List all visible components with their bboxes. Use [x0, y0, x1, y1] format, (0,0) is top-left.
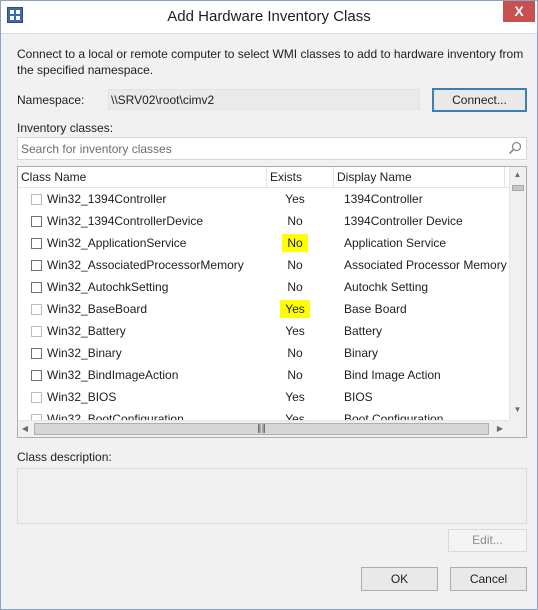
scroll-up-icon[interactable]: ▲ — [510, 170, 525, 179]
scroll-left-icon[interactable]: ◀ — [19, 424, 31, 433]
search-icon[interactable] — [508, 141, 522, 155]
column-header-display-name[interactable]: Display Name — [334, 167, 505, 187]
exists-value: No — [287, 280, 303, 294]
search-box[interactable] — [17, 137, 527, 160]
list-header: Class Name Exists Display Name — [18, 167, 509, 188]
inventory-classes-label: Inventory classes: — [17, 121, 114, 135]
class-name-cell: Win32_BaseBoard — [47, 302, 148, 316]
class-name-cell: Win32_ApplicationService — [47, 236, 187, 250]
inventory-classes-list[interactable]: Class Name Exists Display Name Win32_139… — [17, 166, 527, 438]
exists-value-highlighted: Yes — [280, 300, 310, 318]
checkbox-icon[interactable] — [31, 238, 42, 249]
table-row[interactable]: Win32_ApplicationService No Application … — [18, 232, 509, 254]
exists-cell: Yes — [270, 320, 320, 342]
exists-cell: Yes — [270, 408, 320, 420]
class-name-cell: Win32_BIOS — [47, 390, 117, 404]
class-name-cell: Win32_Battery — [47, 324, 126, 338]
column-header-exists[interactable]: Exists — [267, 167, 334, 187]
class-description-label: Class description: — [17, 450, 112, 464]
table-row[interactable]: Win32_Battery Yes Battery — [18, 320, 509, 342]
window-title: Add Hardware Inventory Class — [167, 8, 371, 25]
exists-cell: Yes — [270, 188, 320, 210]
exists-cell: No — [270, 254, 320, 276]
exists-value: Yes — [285, 390, 305, 404]
checkbox-icon[interactable] — [31, 348, 42, 359]
display-name-cell: 1394Controller — [344, 192, 423, 206]
table-row[interactable]: Win32_1394ControllerDevice No 1394Contro… — [18, 210, 509, 232]
table-row[interactable]: Win32_AssociatedProcessorMemory No Assoc… — [18, 254, 509, 276]
checkbox-icon[interactable] — [31, 282, 42, 293]
scrollbar-corner — [509, 420, 526, 437]
exists-cell: No — [270, 210, 320, 232]
horizontal-scroll-thumb[interactable]: ∥∥ — [34, 423, 489, 435]
class-name-cell: Win32_AssociatedProcessorMemory — [47, 258, 244, 272]
table-row[interactable]: Win32_1394Controller Yes 1394Controller — [18, 188, 509, 210]
connect-button[interactable]: Connect... — [432, 88, 527, 112]
class-name-cell: Win32_AutochkSetting — [47, 280, 169, 294]
display-name-cell: Autochk Setting — [344, 280, 429, 294]
horizontal-scrollbar[interactable]: ◀ ∥∥ ▶ — [18, 420, 509, 437]
table-row[interactable]: Win32_BindImageAction No Bind Image Acti… — [18, 364, 509, 386]
display-name-cell: Boot Configuration — [344, 412, 444, 420]
dialog-window: Add Hardware Inventory Class X Connect t… — [0, 0, 538, 610]
display-name-cell: Bind Image Action — [344, 368, 441, 382]
cancel-button[interactable]: Cancel — [450, 567, 527, 591]
class-name-cell: Win32_Binary — [47, 346, 122, 360]
namespace-label: Namespace: — [17, 93, 85, 107]
display-name-cell: Application Service — [344, 236, 447, 250]
exists-cell: No — [270, 364, 320, 386]
checkbox-icon — [31, 392, 42, 403]
table-row[interactable]: Win32_Binary No Binary — [18, 342, 509, 364]
class-name-cell: Win32_BootConfiguration — [47, 412, 184, 420]
exists-value: Yes — [285, 412, 305, 420]
ok-button[interactable]: OK — [361, 567, 438, 591]
table-row[interactable]: Win32_BootConfiguration Yes Boot Configu… — [18, 408, 509, 420]
checkbox-icon — [31, 194, 42, 205]
exists-value: No — [287, 258, 303, 272]
dialog-description: Connect to a local or remote computer to… — [17, 47, 524, 77]
table-row[interactable]: Win32_BIOS Yes BIOS — [18, 386, 509, 408]
exists-value: No — [287, 368, 303, 382]
exists-value: Yes — [285, 324, 305, 338]
exists-value: No — [287, 346, 303, 360]
namespace-field[interactable]: \\SRV02\root\cimv2 — [108, 89, 420, 110]
class-description-box — [17, 468, 527, 524]
class-name-cell: Win32_1394ControllerDevice — [47, 214, 204, 228]
display-name-cell: Associated Processor Memory — [344, 258, 507, 272]
exists-cell: No — [270, 342, 320, 364]
title-bar: Add Hardware Inventory Class X — [1, 1, 537, 34]
scroll-right-icon[interactable]: ▶ — [494, 424, 506, 433]
exists-cell: No — [270, 232, 320, 254]
display-name-cell: Battery — [344, 324, 383, 338]
search-input[interactable] — [21, 138, 501, 159]
class-name-cell: Win32_BindImageAction — [47, 368, 179, 382]
display-name-cell: 1394Controller Device — [344, 214, 463, 228]
exists-cell: Yes — [270, 386, 320, 408]
close-button[interactable]: X — [503, 1, 535, 22]
table-row[interactable]: Win32_AutochkSetting No Autochk Setting — [18, 276, 509, 298]
column-header-class-name[interactable]: Class Name — [18, 167, 267, 187]
exists-value-highlighted: No — [282, 234, 308, 252]
exists-cell: No — [270, 276, 320, 298]
checkbox-icon[interactable] — [31, 216, 42, 227]
vertical-scrollbar[interactable]: ▲ ▼ — [509, 167, 526, 420]
display-name-cell: Binary — [344, 346, 379, 360]
display-name-cell: BIOS — [344, 390, 373, 404]
checkbox-icon — [31, 304, 42, 315]
exists-value: Yes — [285, 192, 305, 206]
checkbox-icon[interactable] — [31, 260, 42, 271]
exists-cell: Yes — [270, 298, 320, 320]
list-rows: Win32_1394Controller Yes 1394Controller … — [18, 188, 509, 420]
vertical-scroll-thumb[interactable] — [512, 185, 524, 191]
close-icon: X — [514, 3, 524, 19]
checkbox-icon — [31, 326, 42, 337]
checkbox-icon[interactable] — [31, 370, 42, 381]
exists-value: No — [287, 214, 303, 228]
display-name-cell: Base Board — [344, 302, 407, 316]
class-name-cell: Win32_1394Controller — [47, 192, 167, 206]
table-row[interactable]: Win32_BaseBoard Yes Base Board — [18, 298, 509, 320]
edit-button[interactable]: Edit... — [448, 529, 527, 552]
scroll-down-icon[interactable]: ▼ — [510, 405, 525, 414]
